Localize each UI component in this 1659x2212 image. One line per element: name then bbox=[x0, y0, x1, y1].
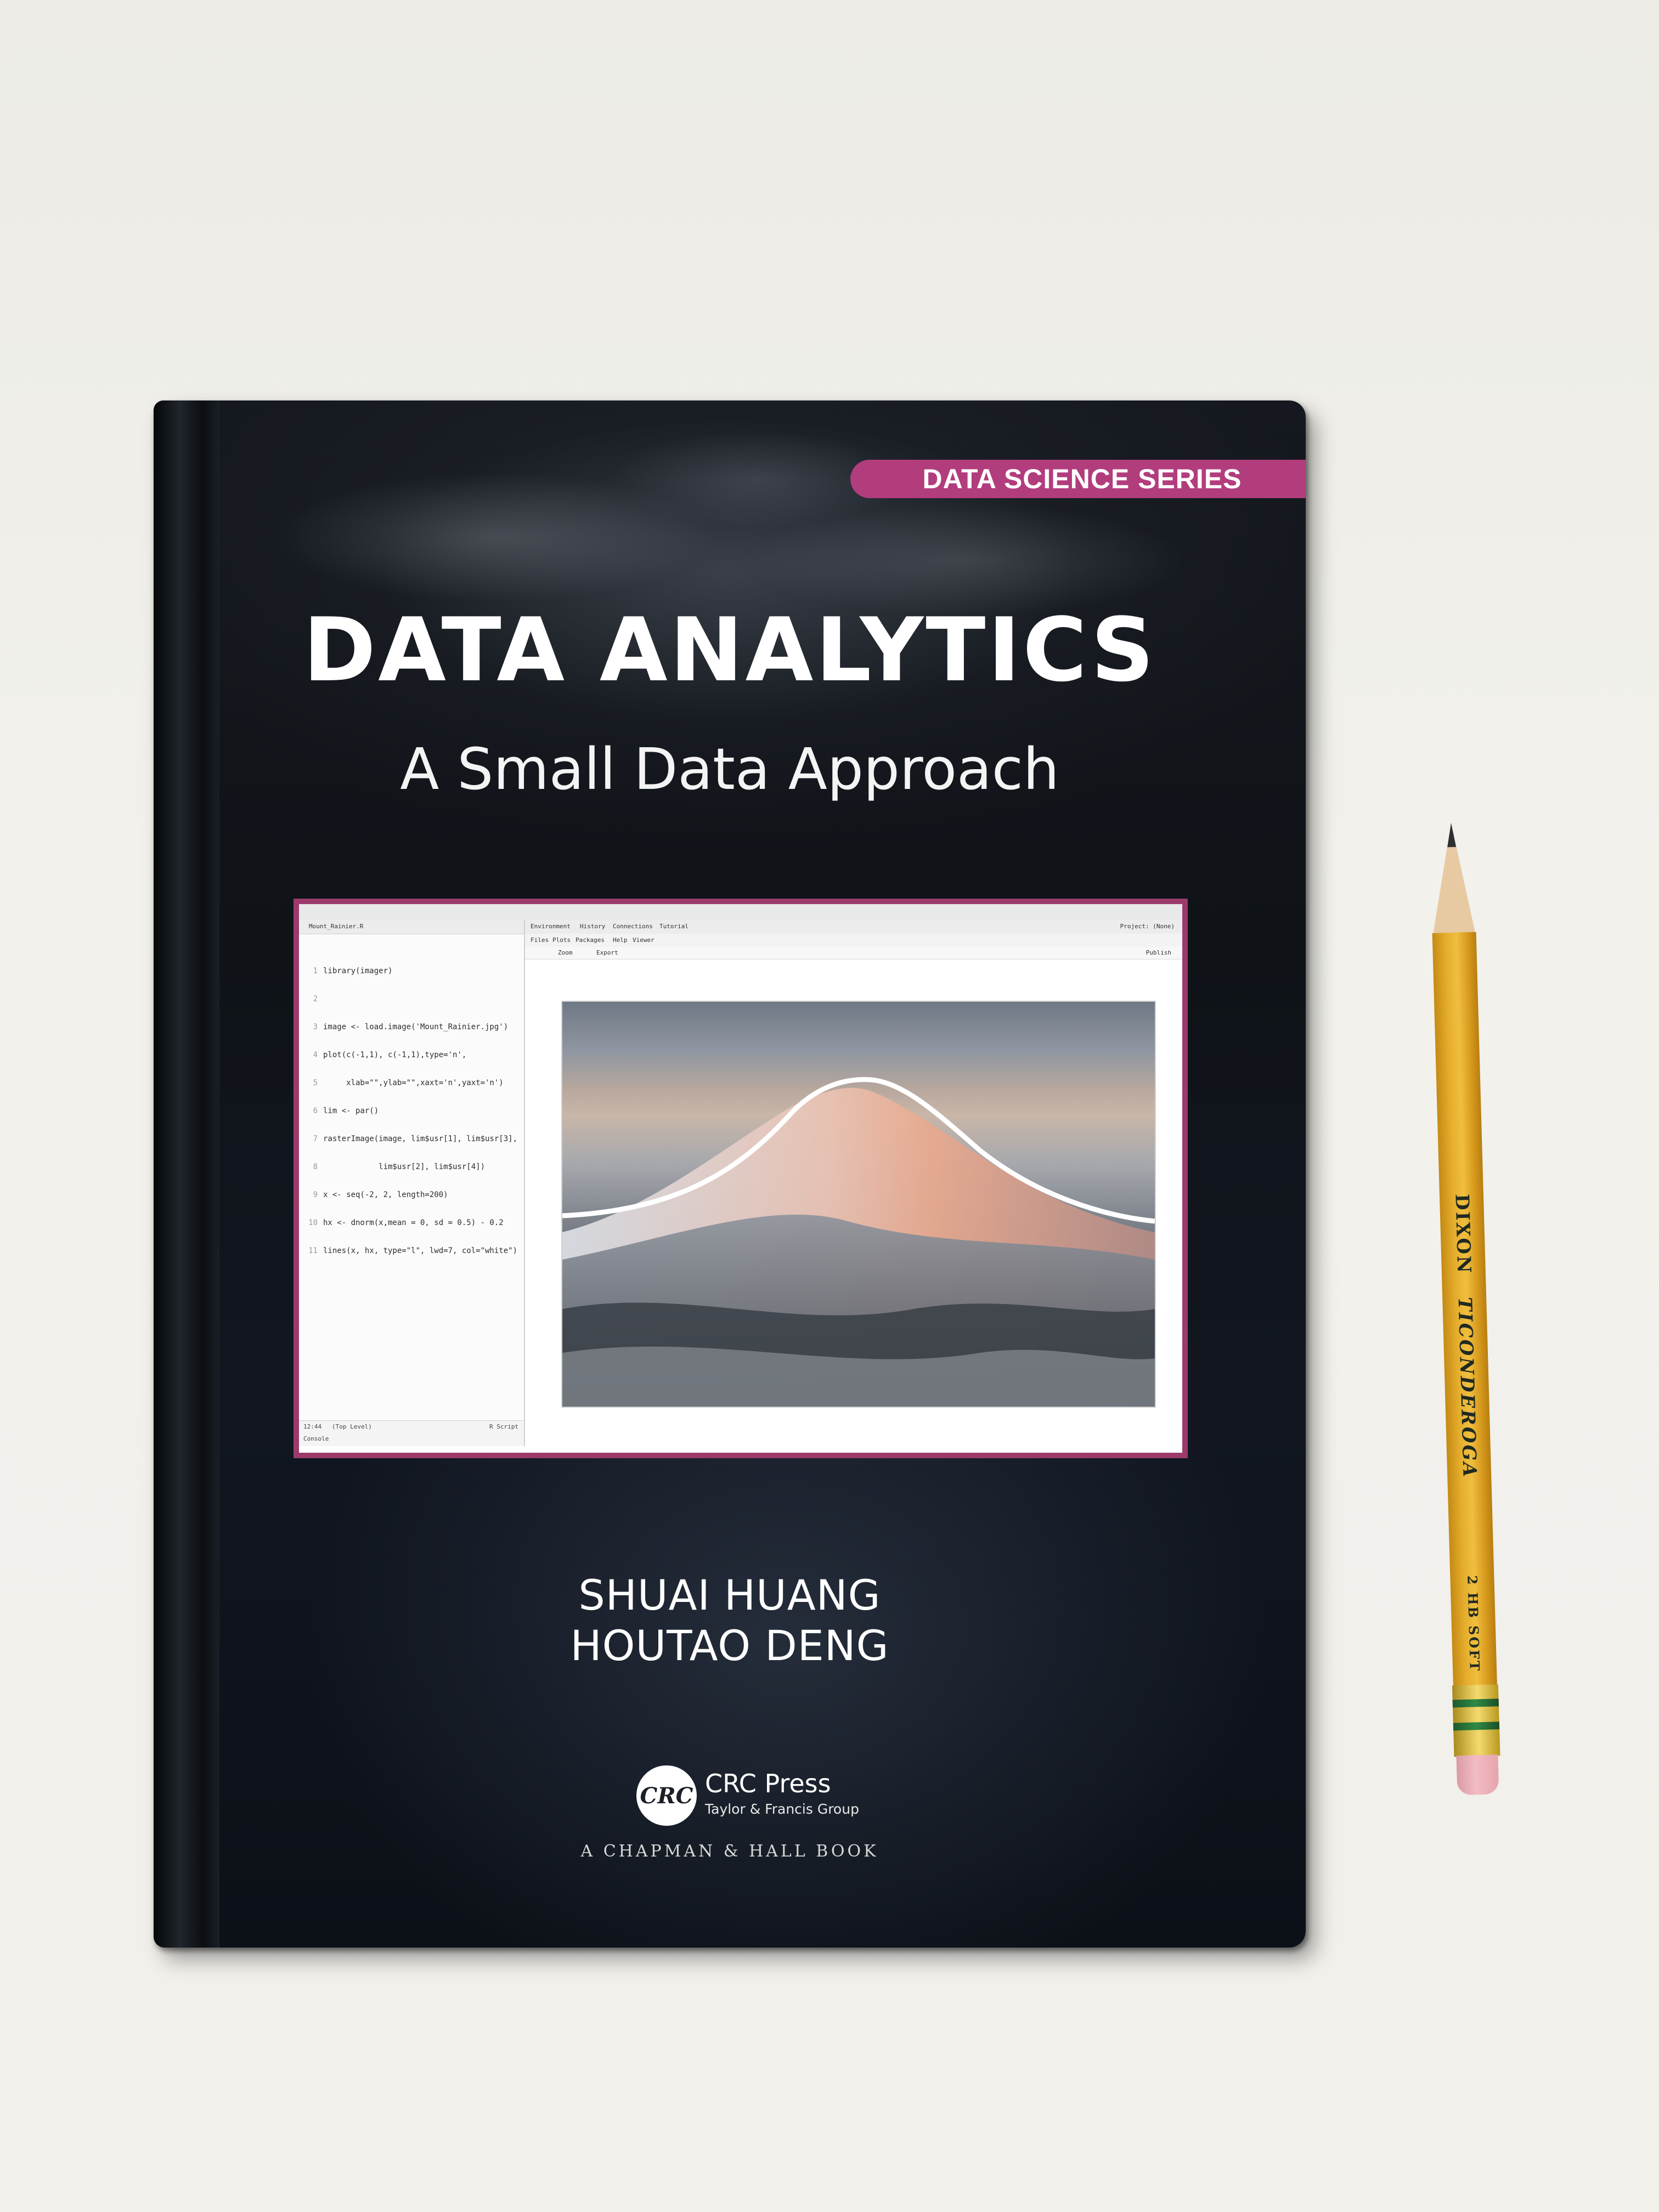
cover-rstudio-screenshot: Mount_Rainier.R 1 library(imager) 2 3 imag… bbox=[294, 899, 1188, 1458]
zoom-button: Zoom bbox=[558, 949, 573, 956]
code-line: xlab="",ylab="",xaxt='n',yaxt='n') bbox=[323, 1079, 504, 1087]
series-banner: DATA SCIENCE SERIES bbox=[850, 460, 1306, 498]
code-editor: 1 library(imager) 2 3 image <- load.image(… bbox=[308, 967, 518, 1255]
author-name: SHUAI HUANG bbox=[578, 1571, 881, 1620]
code-line: plot(c(-1,1), c(-1,1),type='n', bbox=[323, 1051, 467, 1059]
file-type-label: R Script bbox=[489, 1423, 518, 1430]
publisher-group: Taylor & Francis Group bbox=[705, 1801, 859, 1817]
pencil-ferrule bbox=[1452, 1684, 1500, 1757]
crc-logo-icon: CRC bbox=[636, 1765, 697, 1826]
book-cover: DATA SCIENCE SERIES DATA ANALYTICS A Sma… bbox=[154, 400, 1306, 1948]
pencil-eraser bbox=[1456, 1754, 1499, 1796]
tab-tutorial: Tutorial bbox=[659, 923, 689, 930]
publisher-imprint: A CHAPMAN & HALL BOOK bbox=[580, 1842, 879, 1861]
pencil-tip-icon bbox=[1432, 823, 1476, 939]
plot-toolbar: Zoom Export Publish bbox=[525, 947, 1182, 960]
editor-tabbar: Mount_Rainier.R bbox=[299, 919, 524, 934]
author-name: HOUTAO DENG bbox=[570, 1621, 889, 1670]
pencil: DIXON TICONDEROGA 2 HB SOFT bbox=[1429, 822, 1500, 1800]
series-label: DATA SCIENCE SERIES bbox=[922, 464, 1242, 494]
tab-help: Help bbox=[613, 936, 628, 944]
cursor-position: 12:44 bbox=[303, 1423, 322, 1430]
tab-environment: Environment bbox=[531, 923, 571, 930]
tab-connections: Connections bbox=[613, 923, 653, 930]
code-line: lim <- par() bbox=[323, 1107, 379, 1115]
code-line: rasterImage(image, lim$usr[1], lim$usr[3… bbox=[323, 1135, 518, 1143]
ide-toolbar bbox=[299, 904, 1182, 920]
code-line: lines(x, hx, type="l", lwd=7, col="white… bbox=[323, 1246, 518, 1255]
crc-logo-text: CRC bbox=[640, 1782, 693, 1809]
ferrule-band bbox=[1453, 1722, 1500, 1731]
pencil-grade-label: 2 HB SOFT bbox=[1453, 1568, 1494, 1679]
tab-viewer: Viewer bbox=[633, 936, 654, 944]
tab-history: History bbox=[580, 923, 606, 930]
pencil-model: TICONDEROGA bbox=[1453, 1296, 1481, 1479]
editor-status-bar: 12:44 (Top Level) R Script Console bbox=[299, 1420, 524, 1446]
editor-tab: Mount_Rainier.R bbox=[309, 923, 364, 930]
tab-plots: Plots bbox=[552, 936, 571, 944]
ide-editor-pane: Mount_Rainier.R 1 library(imager) 2 3 imag… bbox=[299, 919, 525, 1446]
code-line: lim$usr[2], lim$usr[4]) bbox=[323, 1163, 486, 1171]
code-line: library(imager) bbox=[323, 967, 393, 975]
mountain-illustration bbox=[562, 1077, 1155, 1407]
project-label: Project: (None) bbox=[1120, 923, 1175, 930]
code-line: image <- load.image('Mount_Rainier.jpg') bbox=[323, 1023, 509, 1031]
publish-button: Publish bbox=[1146, 949, 1171, 956]
viewer-tabbar: Files Plots Packages Help Viewer bbox=[525, 934, 1182, 947]
tab-files: Files bbox=[531, 936, 549, 944]
book-subtitle: A Small Data Approach bbox=[400, 736, 1059, 803]
environment-tabbar: Environment History Connections Tutorial… bbox=[525, 919, 1182, 934]
plot-mount-rainier bbox=[561, 1001, 1156, 1408]
console-tab: Console bbox=[303, 1435, 329, 1442]
code-line: x <- seq(-2, 2, length=200) bbox=[323, 1190, 448, 1199]
pencil-grade: 2 HB SOFT bbox=[1464, 1575, 1483, 1673]
tab-packages: Packages bbox=[575, 936, 605, 944]
export-button: Export bbox=[596, 949, 618, 956]
scope-label: (Top Level) bbox=[332, 1423, 372, 1430]
publisher-name: CRC Press bbox=[705, 1769, 831, 1798]
book-title: DATA ANALYTICS bbox=[303, 599, 1156, 701]
ferrule-band bbox=[1452, 1699, 1499, 1708]
code-line: hx <- dnorm(x,mean = 0, sd = 0.5) - 0.2 bbox=[323, 1218, 504, 1227]
